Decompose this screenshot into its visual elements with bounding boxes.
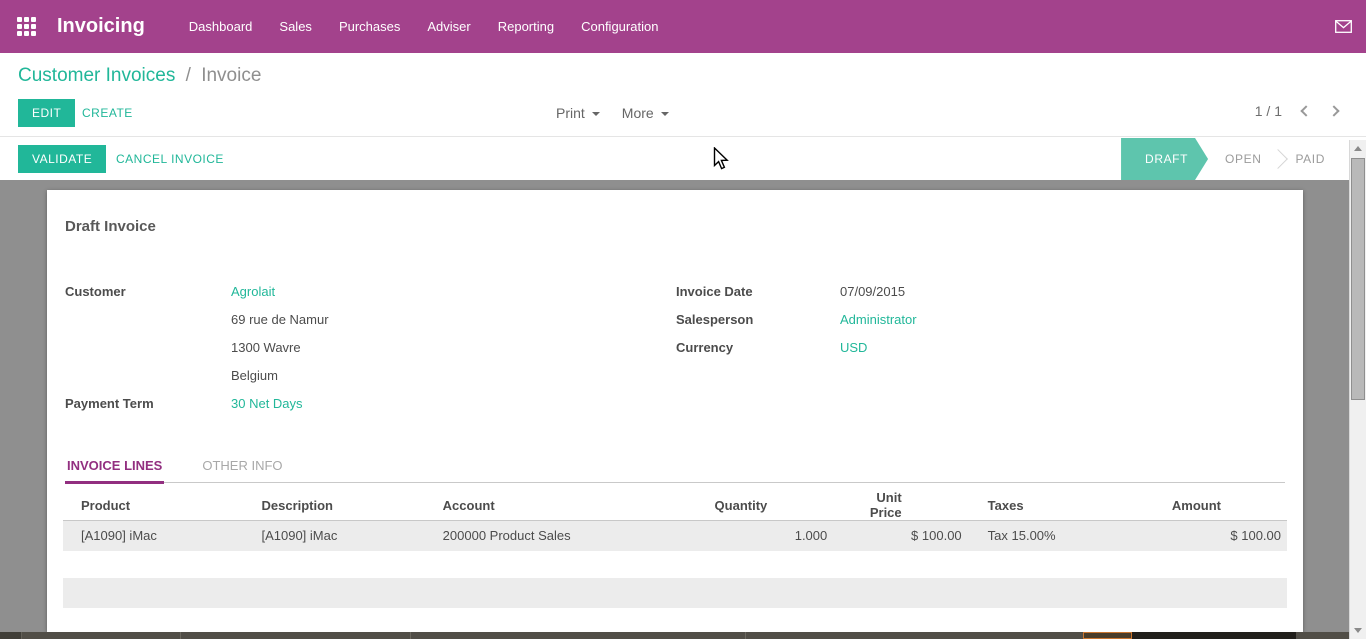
print-dropdown[interactable]: Print	[556, 105, 600, 121]
more-dropdown[interactable]: More	[622, 105, 669, 121]
nav-menu: Dashboard Sales Purchases Adviser Report…	[189, 19, 659, 34]
col-unit-price: Unit Price	[833, 490, 967, 521]
apps-menu-button[interactable]	[17, 17, 36, 36]
nav-item-sales[interactable]: Sales	[279, 19, 312, 34]
action-dropdowns: Print More	[556, 105, 669, 121]
table-header-row: Product Description Account Quantity Uni…	[63, 490, 1287, 521]
col-product: Product	[63, 490, 243, 521]
caret-down-icon	[661, 112, 669, 116]
address-country: Belgium	[231, 362, 278, 390]
chevron-right-icon pager-next-button[interactable]	[1328, 105, 1339, 116]
nav-item-adviser[interactable]: Adviser	[427, 19, 470, 34]
invoice-line-row[interactable]: [A1090] iMac [A1090] iMac 200000 Product…	[63, 521, 1287, 551]
scroll-up-button[interactable]	[1350, 140, 1366, 157]
validate-button[interactable]: VALIDATE	[18, 145, 106, 173]
cell-description: [A1090] iMac	[243, 521, 424, 551]
invoice-title: Draft Invoice	[65, 218, 156, 235]
state-paid[interactable]: PAID	[1278, 152, 1342, 166]
breadcrumb-current: Invoice	[201, 65, 261, 86]
col-description: Description	[243, 490, 424, 521]
payment-term-link[interactable]: 30 Net Days	[231, 390, 303, 418]
os-taskbar	[0, 632, 1349, 639]
tab-invoice-lines[interactable]: INVOICE LINES	[65, 452, 164, 484]
col-amount: Amount	[1154, 490, 1287, 521]
cell-unit-price: $ 100.00	[833, 521, 967, 551]
triangle-down-icon	[1354, 628, 1362, 633]
create-button[interactable]: CREATE	[72, 99, 143, 127]
envelope-icon	[1335, 20, 1352, 33]
taskbar-separator	[180, 632, 181, 639]
breadcrumb-separator: /	[186, 65, 191, 86]
caret-down-icon	[592, 112, 600, 116]
currency-link[interactable]: USD	[840, 334, 867, 362]
field-group-right: Invoice Date 07/09/2015 Salesperson Admi…	[676, 278, 917, 362]
more-label: More	[622, 105, 654, 121]
cell-amount: $ 100.00	[1154, 521, 1287, 551]
chevron-left-icon pager-previous-button[interactable]	[1300, 105, 1311, 116]
invoice-date-value: 07/09/2015	[840, 278, 905, 306]
currency-label: Currency	[676, 334, 840, 362]
top-navbar: Invoicing Dashboard Sales Purchases Advi…	[0, 0, 1366, 53]
invoice-lines-table: Product Description Account Quantity Uni…	[63, 490, 1287, 551]
invoice-date-label: Invoice Date	[676, 278, 840, 306]
cell-taxes: Tax 15.00%	[968, 521, 1154, 551]
scrollbar-thumb[interactable]	[1351, 158, 1365, 400]
control-panel: Customer Invoices / Invoice EDIT CREATE …	[0, 53, 1366, 137]
state-draft[interactable]: DRAFT	[1121, 138, 1208, 180]
app-name[interactable]: Invoicing	[57, 15, 145, 38]
nav-item-dashboard[interactable]: Dashboard	[189, 19, 253, 34]
taskbar-separator	[410, 632, 411, 639]
breadcrumb-customer-invoices[interactable]: Customer Invoices	[18, 65, 175, 86]
totals-placeholder-bar	[63, 578, 1287, 608]
tab-other-info[interactable]: OTHER INFO	[200, 452, 284, 482]
status-widget: DRAFT OPEN PAID	[1121, 138, 1342, 180]
print-label: Print	[556, 105, 585, 121]
nav-item-reporting[interactable]: Reporting	[498, 19, 554, 34]
messages-button[interactable]	[1335, 20, 1352, 38]
customer-link[interactable]: Agrolait	[231, 278, 275, 306]
notebook-tabs: INVOICE LINES OTHER INFO	[65, 452, 1285, 483]
taskbar-segment[interactable]	[0, 632, 22, 639]
breadcrumb: Customer Invoices / Invoice	[18, 65, 261, 87]
apps-grid-icon	[17, 17, 36, 36]
payment-term-label: Payment Term	[65, 390, 231, 418]
customer-label: Customer	[65, 278, 231, 306]
taskbar-active-window-button[interactable]	[1083, 632, 1132, 639]
address-street: 69 rue de Namur	[231, 306, 329, 334]
status-bar: VALIDATE CANCEL INVOICE DRAFT OPEN PAID	[0, 138, 1349, 180]
cell-account: 200000 Product Sales	[425, 521, 684, 551]
salesperson-label: Salesperson	[676, 306, 840, 334]
cancel-invoice-button[interactable]: CANCEL INVOICE	[106, 145, 234, 173]
cell-product: [A1090] iMac	[63, 521, 243, 551]
col-quantity: Quantity	[684, 490, 834, 521]
invoice-sheet: Draft Invoice Customer Agrolait 69 rue d…	[47, 190, 1303, 632]
pager: 1 / 1	[1255, 103, 1338, 119]
col-account: Account	[425, 490, 684, 521]
nav-item-purchases[interactable]: Purchases	[339, 19, 400, 34]
nav-item-configuration[interactable]: Configuration	[581, 19, 658, 34]
edit-button[interactable]: EDIT	[18, 99, 75, 127]
main-content: Draft Invoice Customer Agrolait 69 rue d…	[0, 180, 1349, 632]
salesperson-link[interactable]: Administrator	[840, 306, 917, 334]
cell-quantity: 1.000	[684, 521, 834, 551]
col-taxes: Taxes	[968, 490, 1154, 521]
taskbar-window-button[interactable]	[1132, 632, 1296, 639]
pager-counter[interactable]: 1 / 1	[1255, 103, 1282, 119]
scroll-down-button[interactable]	[1350, 622, 1366, 639]
triangle-up-icon	[1354, 146, 1362, 151]
taskbar-separator	[745, 632, 746, 639]
vertical-scrollbar[interactable]	[1349, 140, 1366, 639]
address-city: 1300 Wavre	[231, 334, 301, 362]
field-group-left: Customer Agrolait 69 rue de Namur 1300 W…	[65, 278, 329, 418]
